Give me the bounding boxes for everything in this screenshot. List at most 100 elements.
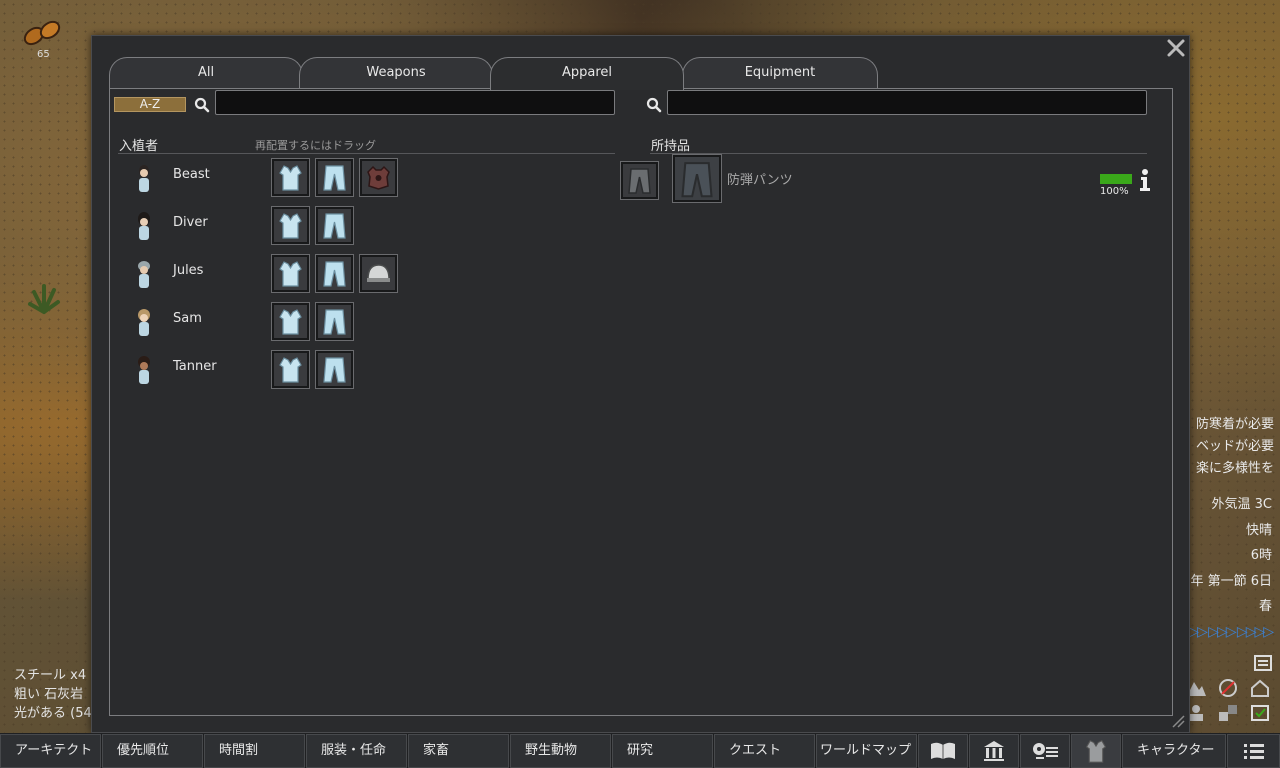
tab-label: Apparel — [561, 65, 613, 80]
tab-label: Weapons — [366, 65, 426, 80]
pawn-name: Sam — [173, 311, 202, 326]
apparel-slot-pants[interactable] — [315, 302, 354, 341]
resource-item: スチール x4 — [14, 668, 87, 683]
menu-list-icon — [1243, 744, 1264, 759]
pawn-portrait — [138, 356, 150, 384]
apparel-slot-shirt[interactable] — [271, 350, 310, 389]
tab-equipment[interactable]: Equipment — [682, 57, 878, 89]
plant-icon — [28, 284, 60, 314]
tab-apparel[interactable]: Apparel — [490, 57, 684, 90]
world-map-button[interactable]: ワールドマップ — [816, 734, 917, 768]
priorities-button[interactable]: 優先順位 — [102, 734, 203, 768]
drag-hint: 再配置するにはドラッグ — [255, 139, 376, 152]
no-entry-icon[interactable] — [1217, 678, 1241, 700]
assign-dialog: All Weapons Apparel Equipment A-Z 入植者 再配… — [91, 35, 1190, 733]
architect-button[interactable]: アーキテクト — [0, 734, 101, 768]
resize-handle-icon[interactable] — [1171, 714, 1185, 728]
checklist-icon[interactable] — [1249, 703, 1273, 725]
log-icon[interactable] — [1252, 653, 1276, 675]
inventory-search-input[interactable] — [667, 90, 1147, 115]
tab-weapons[interactable]: Weapons — [299, 57, 493, 89]
wildlife-button[interactable]: 野生動物 — [510, 734, 611, 768]
pawn-portrait — [138, 261, 150, 288]
assign-button[interactable]: 服装・任命 — [306, 734, 407, 768]
apparel-tab-button[interactable] — [1071, 734, 1121, 768]
pawn-portrait — [138, 309, 150, 336]
quests-button[interactable]: クエスト — [714, 734, 815, 768]
sort-button[interactable]: A-Z — [114, 97, 186, 112]
apparel-slot-vest[interactable] — [359, 158, 398, 197]
pawn-name: Diver — [173, 215, 208, 230]
apparel-slot-pants[interactable] — [315, 254, 354, 293]
game-speed-controls[interactable]: ▷▷ ▷▷▷ ▷▷▷▷ — [1188, 624, 1274, 640]
season: 春 — [1258, 599, 1272, 614]
characters-button[interactable]: キャラクター — [1122, 734, 1226, 768]
search-icon — [194, 97, 210, 113]
pants-drop-slot[interactable] — [620, 161, 659, 200]
pawn-row-tanner[interactable]: Tanner — [110, 350, 610, 399]
pawn-portrait — [139, 165, 149, 192]
colonists-divider — [118, 153, 615, 154]
history-button[interactable] — [918, 734, 968, 768]
inventory-item-name: 防弾パンツ — [727, 173, 793, 188]
pawn-row-jules[interactable]: Jules — [110, 254, 610, 303]
expand-icon[interactable] — [1217, 703, 1241, 725]
inventory-header: 所持品 — [651, 139, 691, 154]
pawn-row-diver[interactable]: Diver — [110, 206, 610, 255]
date: 年 第一節 6日 — [1190, 573, 1272, 589]
outdoor-temperature: 外気温 3C — [1211, 497, 1272, 512]
item-health-bar — [1100, 174, 1132, 184]
tab-label: Equipment — [744, 65, 816, 80]
book-icon — [931, 742, 955, 759]
factions-button[interactable] — [969, 734, 1019, 768]
alerts-list: 防寒着が必要 ベッドが必要 楽に多様性を — [1196, 414, 1274, 480]
pawn-portrait — [138, 212, 150, 240]
resource-item: 光がある (54 — [14, 706, 92, 721]
weather: 快晴 — [1245, 522, 1272, 538]
resource-readout: スチール x4 粗い 石灰岩 光がある (54 — [14, 666, 92, 723]
inventory-item-slot[interactable] — [672, 154, 722, 203]
item-health-label: 100% — [1100, 186, 1129, 197]
colonists-header: 入植者 — [119, 139, 159, 154]
resource-item: 粗い 石灰岩 — [14, 687, 84, 702]
info-icon[interactable] — [1137, 168, 1153, 192]
faction-building-icon — [984, 741, 1004, 761]
apparel-slot-pants[interactable] — [315, 158, 354, 197]
main-tab-bar: アーキテクト 優先順位 時間割 服装・任命 家畜 野生動物 研究 クエスト ワー… — [0, 733, 1280, 768]
tab-label: All — [197, 65, 215, 80]
animals-button[interactable]: 家畜 — [408, 734, 509, 768]
wood-stack-count: 65 — [37, 49, 50, 60]
gear-list-icon — [1033, 743, 1058, 759]
alert-item[interactable]: 防寒着が必要 — [1196, 414, 1274, 436]
pawn-name: Tanner — [173, 359, 217, 374]
apparel-slot-shirt[interactable] — [271, 158, 310, 197]
shirt-icon — [1085, 739, 1107, 763]
apparel-slot-helmet[interactable] — [359, 254, 398, 293]
time-of-day: 6時 — [1250, 548, 1272, 563]
wood-stack-icon[interactable] — [22, 16, 66, 48]
colonist-search-input[interactable] — [215, 90, 615, 115]
play-settings-toolbar — [1182, 652, 1274, 727]
apparel-slot-pants[interactable] — [315, 206, 354, 245]
pawn-name: Jules — [173, 263, 204, 278]
menu-settings-button[interactable] — [1020, 734, 1070, 768]
pawn-name: Beast — [173, 167, 210, 182]
apparel-slot-shirt[interactable] — [271, 302, 310, 341]
inventory-divider — [650, 153, 1147, 154]
schedule-button[interactable]: 時間割 — [204, 734, 305, 768]
pawn-row-sam[interactable]: Sam — [110, 302, 610, 351]
tab-all[interactable]: All — [109, 57, 303, 89]
main-menu-button[interactable] — [1227, 734, 1280, 768]
apparel-slot-pants[interactable] — [315, 350, 354, 389]
pawn-row-beast[interactable]: Beast — [110, 158, 610, 207]
alert-item[interactable]: 楽に多様性を — [1196, 458, 1274, 480]
research-button[interactable]: 研究 — [612, 734, 713, 768]
apparel-panel: A-Z 入植者 再配置するにはドラッグ 所持品 Beast Diver Jule… — [109, 88, 1173, 716]
apparel-slot-shirt[interactable] — [271, 206, 310, 245]
apparel-slot-shirt[interactable] — [271, 254, 310, 293]
close-icon[interactable] — [1165, 37, 1187, 59]
environment-readout: 外気温 3C 快晴 6時 年 第一節 6日 春 — [1190, 492, 1272, 620]
home-icon[interactable] — [1249, 678, 1273, 700]
search-icon — [646, 97, 662, 113]
alert-item[interactable]: ベッドが必要 — [1196, 436, 1274, 458]
